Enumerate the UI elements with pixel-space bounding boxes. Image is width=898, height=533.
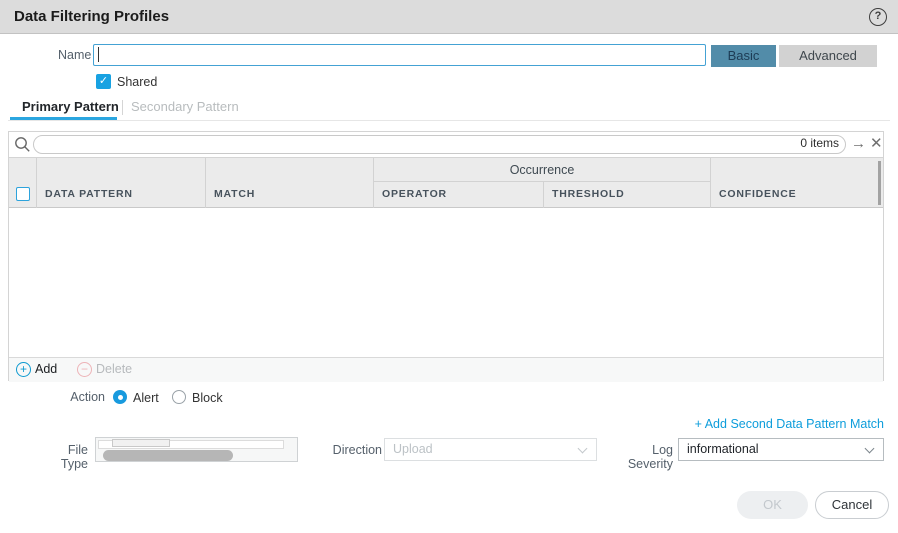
name-label: Name [58, 48, 90, 62]
column-label: MATCH [214, 188, 255, 200]
column-threshold[interactable]: THRESHOLD [544, 182, 711, 208]
vertical-scrollbar[interactable] [878, 161, 881, 205]
delete-label: Delete [96, 362, 132, 376]
text-caret [98, 47, 99, 62]
help-icon[interactable]: ? [869, 8, 887, 26]
cancel-button[interactable]: Cancel [815, 491, 889, 519]
table-body-empty [9, 208, 883, 357]
clear-filter-close-icon[interactable]: ✕ [870, 134, 883, 154]
add-label: Add [35, 362, 57, 376]
column-label: CONFIDENCE [719, 188, 796, 200]
column-group-occurrence: Occurrence [374, 158, 711, 182]
search-icon [14, 136, 31, 158]
column-data-pattern[interactable]: DATA PATTERN [37, 158, 206, 208]
column-match[interactable]: MATCH [206, 158, 374, 208]
chevron-down-icon [865, 444, 875, 454]
log-severity-value: informational [687, 442, 759, 456]
shared-label: Shared [117, 75, 157, 89]
search-row: 0 items → ✕ [9, 132, 883, 158]
direction-value: Upload [393, 442, 433, 456]
minus-circle-icon: − [77, 362, 92, 377]
page-title: Data Filtering Profiles [14, 0, 169, 34]
block-radio[interactable] [172, 390, 186, 404]
basic-button[interactable]: Basic [711, 45, 776, 67]
plus-circle-icon: + [16, 362, 31, 377]
select-all-checkbox[interactable] [16, 187, 30, 201]
tab-divider [122, 100, 123, 115]
block-label: Block [192, 391, 223, 405]
action-label: Action [40, 390, 105, 404]
column-operator[interactable]: OPERATOR [374, 182, 544, 208]
tab-primary-pattern[interactable]: Primary Pattern [22, 99, 119, 114]
file-type-redacted-value [103, 450, 233, 461]
tab-secondary-pattern[interactable]: Secondary Pattern [131, 99, 239, 114]
column-label: THRESHOLD [552, 188, 625, 200]
items-count: 0 items [769, 136, 839, 150]
tabs-baseline [8, 120, 890, 121]
search-input[interactable] [33, 135, 846, 154]
pattern-table-panel: 0 items → ✕ DATA PATTERN MATCH Occurrenc… [8, 131, 884, 381]
advanced-button[interactable]: Advanced [779, 45, 877, 67]
alert-radio[interactable] [113, 390, 127, 404]
select-all-column [9, 158, 37, 208]
file-type-label: File Type [40, 443, 88, 471]
direction-label: Direction [330, 443, 382, 457]
delete-button-disabled[interactable]: −Delete [77, 362, 132, 377]
log-severity-select[interactable]: informational [678, 438, 884, 461]
chevron-down-icon [578, 444, 588, 454]
column-label: OPERATOR [382, 188, 447, 200]
table-header: DATA PATTERN MATCH Occurrence OPERATOR T… [9, 158, 883, 208]
column-confidence[interactable]: CONFIDENCE [711, 158, 883, 208]
table-actions-bar: + Add −Delete [9, 357, 883, 382]
name-input[interactable] [93, 44, 706, 66]
alert-label: Alert [133, 391, 159, 405]
ok-button-disabled[interactable]: OK [737, 491, 808, 519]
direction-select-disabled[interactable]: Upload [384, 438, 597, 461]
column-label: DATA PATTERN [45, 188, 133, 200]
add-second-data-pattern-link[interactable]: + Add Second Data Pattern Match [695, 417, 884, 431]
file-type-selector[interactable] [95, 437, 298, 462]
apply-filter-arrow-icon[interactable]: → [851, 134, 866, 154]
add-button[interactable]: + Add [16, 362, 57, 377]
log-severity-label: Log Severity [608, 443, 673, 471]
file-type-inner-tab [112, 439, 170, 447]
shared-checkbox[interactable]: ✓ [96, 74, 111, 89]
